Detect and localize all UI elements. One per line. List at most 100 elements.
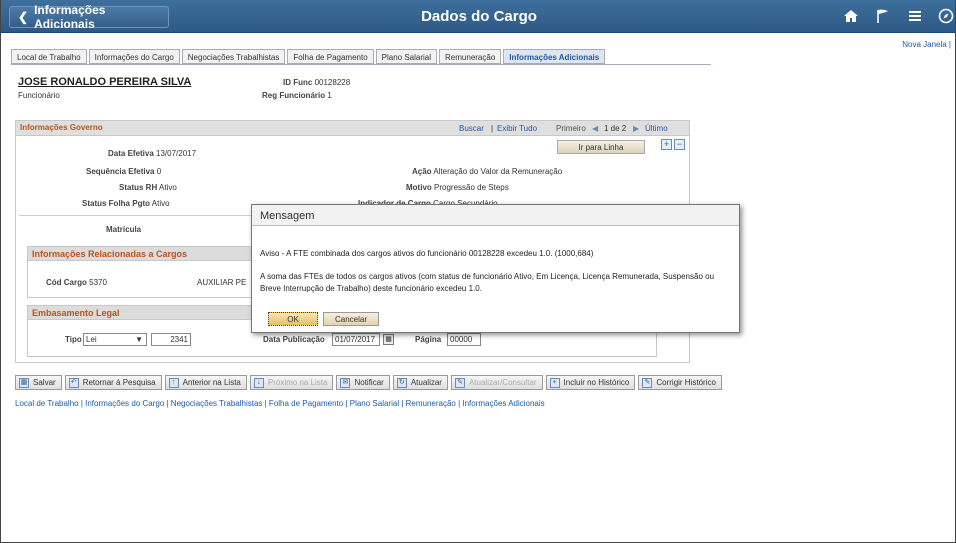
numero-field[interactable]: 2341 [151,333,191,346]
return-search-icon: ↶ [68,377,79,388]
update-query-icon: ✎ [454,377,465,388]
previous-icon: ↑ [168,377,179,388]
dialog-detail-text: A soma das FTEs de todos os cargos ativo… [260,272,715,293]
data-efetiva-value: 13/07/2017 [156,149,197,158]
primeiro-link[interactable]: Primeiro [556,124,586,133]
correct-history-icon: ✎ [642,377,653,388]
motivo: Motivo Progressão de Steps [406,183,509,192]
cargo-description: AUXILIAR PE [197,278,247,287]
flag-icon[interactable] [873,6,893,26]
data-pub-label: Data Publicação [263,335,325,344]
delete-row-icon[interactable]: − [674,139,685,150]
new-window-link[interactable]: Nova Janela | [902,40,951,49]
matricula-label: Matrícula [106,225,142,234]
tab-divider [11,64,711,65]
notify-icon: ✉ [340,377,351,388]
app-window: ❮ Informações Adicionais Dados do Cargo … [0,0,956,543]
matricula: Matrícula [106,225,141,234]
add-history-label: Incluir no Histórico [563,378,630,387]
tipo-label: Tipo [65,335,82,344]
previous-button[interactable]: ↑ Anterior na Lista [164,375,247,390]
refresh-icon: ↻ [396,377,407,388]
data-pub-field[interactable]: 01/07/2017 [332,333,380,346]
message-dialog: Mensagem Aviso - A FTE combinada dos car… [251,204,740,333]
legal-header: Embasamento Legal [27,305,262,320]
pagina-label: Página [415,335,442,344]
home-icon[interactable] [841,6,861,26]
status-folha-label: Status Folha Pgto [82,199,150,208]
save-button[interactable]: ▦ Salvar [15,375,62,390]
next-button[interactable]: ↓ Próximo na Lista [249,375,334,390]
status-folha-value: Ativo [151,199,170,208]
buscar-link[interactable]: Buscar [459,124,484,133]
save-label: Salvar [33,378,56,387]
divider [19,215,259,216]
tab-negociacoes[interactable]: Negociações Trabalhistas [181,49,286,64]
tipo-select[interactable]: Lei ▼ [83,333,147,346]
cod-cargo-value: 5370 [89,278,107,287]
cod-cargo-label: Cód Cargo [46,278,87,287]
calendar-icon[interactable]: ▦ [383,334,394,345]
acao-label: Ação [412,167,432,176]
correct-history-label: Corrigir Histórico [656,378,716,387]
data-efetiva-label: Data Efetiva [108,149,154,158]
ok-button[interactable]: OK [268,312,318,326]
ultimo-link[interactable]: Último [645,124,668,133]
top-bar: ❮ Informações Adicionais Dados do Cargo [1,0,955,33]
page-title: Dados do Cargo [421,8,537,25]
bottom-links[interactable]: Local de Trabalho | Informações do Cargo… [15,399,545,408]
panel-header: Informações Governo Buscar | Exibir Tudo… [16,121,689,136]
prev-row-icon[interactable]: ◀ [592,124,598,133]
menu-icon[interactable] [905,6,925,26]
pagina-field[interactable]: 00000 [447,333,481,346]
reg-func-label: Reg Funcionário [262,91,326,100]
motivo-label: Motivo [406,183,432,192]
return-search-button[interactable]: ↶ Retornar á Pesquisa [64,375,162,390]
next-icon: ↓ [253,377,264,388]
notify-label: Notificar [354,378,384,387]
action-toolbar: ▦ Salvar ↶ Retornar á Pesquisa ↑ Anterior n… [15,375,722,390]
correct-history-button[interactable]: ✎ Corrigir Histórico [638,375,722,390]
status-rh-label: Status RH [119,183,158,192]
update-query-button[interactable]: ✎ Atualizar/Consultar [450,375,543,390]
cargos-header: Informações Relacionadas a Cargos [27,246,262,261]
tab-plano-salarial[interactable]: Plano Salarial [375,49,438,64]
tab-bar: Local de Trabalho Informações do Cargo N… [11,49,606,64]
next-row-icon[interactable]: ▶ [633,124,639,133]
sequencia-value: 0 [156,167,162,176]
id-func: ID Func 00128228 [283,78,350,87]
tab-local-trabalho[interactable]: Local de Trabalho [11,49,87,64]
tipo-value: Lei [86,335,97,344]
refresh-label: Atualizar [410,378,442,387]
motivo-value: Progressão de Steps [434,183,509,192]
id-func-value: 00128228 [314,78,351,87]
data-efetiva: Data Efetiva 13/07/2017 [108,149,196,158]
sequencia-label: Sequência Efetiva [86,167,155,176]
update-query-label: Atualizar/Consultar [468,378,537,387]
compass-icon[interactable] [936,6,955,26]
employee-role: Funcionário [18,91,60,100]
add-row-icon[interactable]: + [661,139,672,150]
exibir-tudo-link[interactable]: Exibir Tudo [497,124,537,133]
refresh-button[interactable]: ↻ Atualizar [392,375,448,390]
tab-informacoes-cargo[interactable]: Informações do Cargo [88,49,180,64]
tab-folha-pagamento[interactable]: Folha de Pagamento [287,49,374,64]
dialog-title: Mensagem [252,205,739,226]
tab-informacoes-adicionais[interactable]: Informações Adicionais [503,49,606,64]
row-count: 1 de 2 [604,124,627,133]
next-label: Próximo na Lista [267,378,328,387]
return-search-label: Retornar á Pesquisa [82,378,156,387]
employee-name: JOSE RONALDO PEREIRA SILVA [18,76,192,88]
add-history-button[interactable]: + Incluir no Histórico [545,375,636,390]
id-func-label: ID Func [283,78,313,87]
previous-label: Anterior na Lista [182,378,241,387]
cancel-button[interactable]: Cancelar [323,312,379,326]
sequencia-efetiva: Sequência Efetiva 0 [86,167,161,176]
chevron-down-icon: ▼ [135,335,143,344]
dialog-warning-text: Aviso - A FTE combinada dos cargos ativo… [260,249,594,258]
cod-cargo: Cód Cargo 5370 [46,278,107,287]
acao-value: Alteração do Valor da Remuneração [433,167,563,176]
notify-button[interactable]: ✉ Notificar [336,375,390,390]
ir-para-linha-button[interactable]: Ir para Linha [557,140,645,154]
tab-remuneracao[interactable]: Remuneração [439,49,502,64]
